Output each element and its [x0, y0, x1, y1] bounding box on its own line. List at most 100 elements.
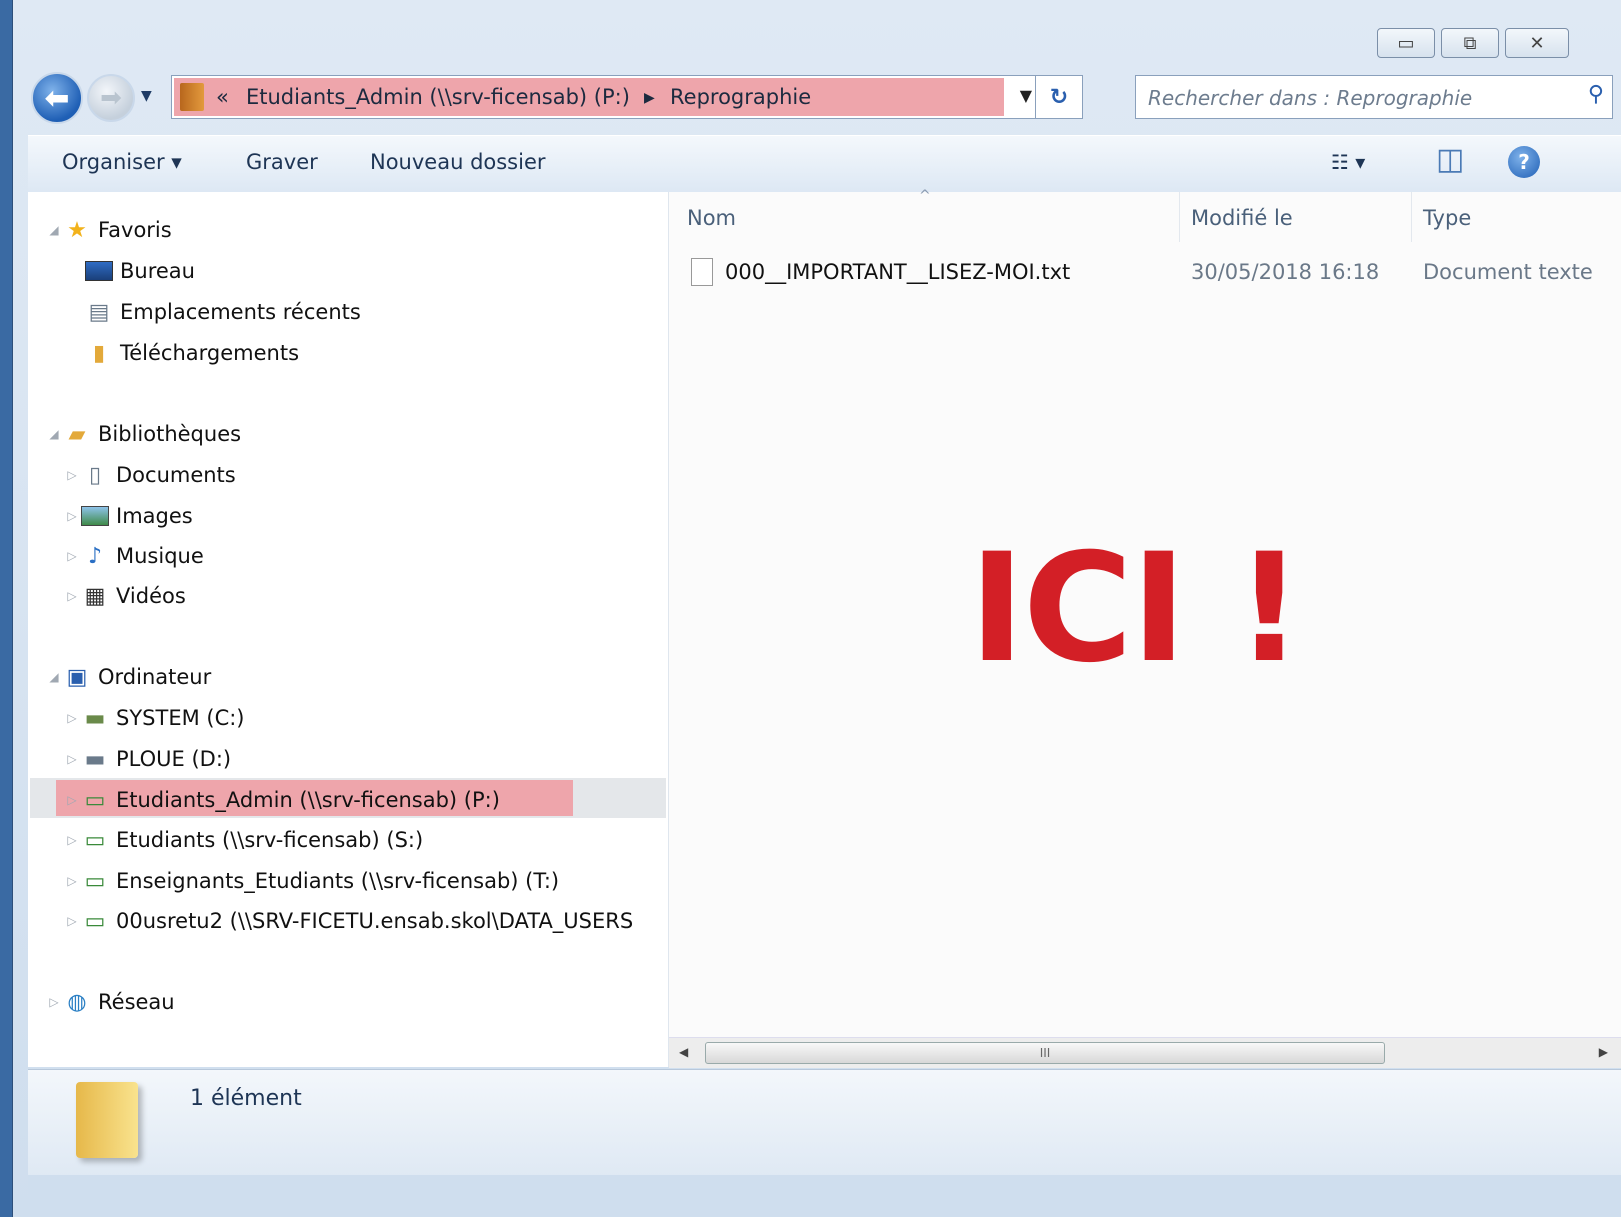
file-name: 000__IMPORTANT__LISEZ-MOI.txt: [725, 260, 1071, 284]
column-header-type[interactable]: Type: [1423, 206, 1471, 230]
close-button[interactable]: ✕: [1505, 28, 1569, 58]
collapsed-arrow-icon[interactable]: ▷: [46, 995, 62, 1009]
computer-icon: ▣: [66, 664, 88, 690]
breadcrumb-separator-icon[interactable]: ▶: [644, 90, 655, 106]
file-list-pane: Nom ^ Modifié le Type 000__IMPORTANT__LI…: [669, 188, 1621, 1068]
explorer-window: ▭ ⧉ ✕ ⬅ ➡ ▼ « Etudiants_Admin (\\srv-fic…: [12, 0, 1621, 1217]
file-row[interactable]: 000__IMPORTANT__LISEZ-MOI.txt 30/05/2018…: [689, 254, 1621, 292]
system-drive-icon: ▬: [84, 705, 106, 731]
collapsed-arrow-icon[interactable]: ▷: [64, 509, 80, 523]
collapsed-arrow-icon[interactable]: ▷: [64, 752, 80, 766]
status-strip: [28, 1175, 1621, 1217]
refresh-button[interactable]: ↻: [1035, 76, 1082, 118]
tree-item-videos[interactable]: ▷ ▦ Vidéos: [64, 578, 186, 614]
back-button[interactable]: ⬅: [31, 72, 83, 124]
maximize-button[interactable]: ⧉: [1441, 28, 1499, 58]
collapsed-arrow-icon[interactable]: ▷: [64, 793, 80, 807]
collapsed-arrow-icon[interactable]: ▷: [64, 874, 80, 888]
desktop-icon: [84, 257, 114, 285]
tree-bibliotheques[interactable]: ◢ ▰ Bibliothèques: [46, 416, 241, 452]
collapsed-arrow-icon[interactable]: ▷: [64, 549, 80, 563]
tree-item-documents[interactable]: ▷ ▯ Documents: [64, 457, 235, 493]
tree-item-bureau[interactable]: Bureau: [84, 253, 195, 289]
tree-item-drive-s[interactable]: ▷ ▭ Etudiants (\\srv-ficensab) (S:): [64, 822, 423, 858]
details-pane: 1 élément: [28, 1069, 1621, 1176]
tree-item-images[interactable]: ▷ Images: [64, 498, 193, 534]
network-drive-icon: ▭: [84, 787, 106, 813]
tree-reseau[interactable]: ▷ ◍ Réseau: [46, 984, 174, 1020]
collapsed-arrow-icon[interactable]: ▷: [64, 914, 80, 928]
tree-item-drive-d[interactable]: ▷ ▬ PLOUE (D:): [64, 741, 231, 777]
tree-item-musique[interactable]: ▷ ♪ Musique: [64, 538, 203, 574]
scroll-right-icon[interactable]: ▶: [1599, 1045, 1608, 1059]
collapsed-arrow-icon[interactable]: ▷: [64, 833, 80, 847]
tree-label: Images: [116, 504, 193, 528]
images-icon: [80, 502, 110, 530]
tree-item-downloads[interactable]: ▮ Téléchargements: [84, 335, 299, 371]
tree-label: Bureau: [120, 259, 195, 283]
help-icon[interactable]: ?: [1508, 146, 1540, 178]
scroll-left-icon[interactable]: ◀: [679, 1045, 688, 1059]
tree-item-drive-usr[interactable]: ▷ ▭ 00usretu2 (\\SRV-FICETU.ensab.skol\D…: [64, 903, 664, 939]
search-icon[interactable]: ⚲: [1588, 82, 1604, 107]
graver-button[interactable]: Graver: [246, 150, 318, 174]
tree-item-drive-p[interactable]: ▷ ▭ Etudiants_Admin (\\srv-ficensab) (P:…: [64, 782, 500, 818]
tree-label: Téléchargements: [120, 341, 300, 365]
folder-icon: [180, 83, 204, 111]
back-arrow-icon: ⬅: [44, 80, 70, 116]
new-folder-button[interactable]: Nouveau dossier: [370, 150, 546, 174]
libraries-icon: ▰: [68, 421, 86, 447]
expand-arrow-icon[interactable]: ◢: [46, 223, 62, 237]
collapsed-arrow-icon[interactable]: ▷: [64, 589, 80, 603]
scrollbar-thumb[interactable]: III: [705, 1042, 1385, 1064]
column-separator[interactable]: [1179, 192, 1180, 242]
text-file-icon: [691, 258, 713, 286]
tree-label: PLOUE (D:): [116, 747, 232, 771]
star-icon: ★: [67, 217, 87, 243]
preview-pane-icon[interactable]: ◫: [1436, 142, 1464, 177]
music-note-icon: ♪: [87, 543, 103, 569]
navigation-pane: ◢ ★ Favoris Bureau ▤ Emplacements récent…: [28, 192, 669, 1067]
tree-item-drive-t[interactable]: ▷ ▭ Enseignants_Etudiants (\\srv-ficensa…: [64, 863, 559, 899]
organiser-button[interactable]: Organiser ▾: [62, 150, 182, 174]
horizontal-scrollbar[interactable]: ◀ III ▶: [669, 1037, 1621, 1068]
breadcrumb-overflow[interactable]: «: [216, 85, 229, 109]
file-type: Document texte: [1423, 260, 1593, 284]
recent-places-icon: ▤: [88, 299, 110, 325]
column-separator[interactable]: [1411, 192, 1412, 242]
recent-pages-dropdown[interactable]: ▼: [141, 88, 152, 104]
tree-favoris[interactable]: ◢ ★ Favoris: [46, 212, 172, 248]
network-drive-icon: ▭: [84, 908, 106, 934]
ici-annotation: ICI !: [969, 522, 1303, 696]
folder-icon: [76, 1082, 138, 1158]
film-icon: ▦: [84, 583, 106, 609]
network-drive-icon: ▭: [84, 868, 106, 894]
minimize-button[interactable]: ▭: [1377, 28, 1435, 58]
item-count: 1 élément: [190, 1086, 302, 1111]
forward-button[interactable]: ➡: [87, 74, 135, 122]
breadcrumb-segment-drive[interactable]: Etudiants_Admin (\\srv-ficensab) (P:): [246, 85, 630, 109]
tree-item-drive-c[interactable]: ▷ ▬ SYSTEM (C:): [64, 700, 244, 736]
expand-arrow-icon[interactable]: ◢: [46, 427, 62, 441]
address-bar[interactable]: « Etudiants_Admin (\\srv-ficensab) (P:) …: [171, 75, 1083, 119]
column-header-modified[interactable]: Modifié le: [1191, 206, 1293, 230]
tree-item-recent[interactable]: ▤ Emplacements récents: [84, 294, 361, 330]
tree-label: Vidéos: [116, 584, 186, 608]
network-drive-icon: ▭: [84, 827, 106, 853]
search-box[interactable]: ⚲: [1135, 75, 1613, 119]
network-globe-icon: ◍: [67, 989, 87, 1015]
address-dropdown-icon[interactable]: ▼: [1020, 86, 1032, 105]
tree-label: Emplacements récents: [120, 300, 361, 324]
tree-label: Favoris: [98, 218, 172, 242]
search-input[interactable]: [1146, 82, 1560, 114]
tree-ordinateur[interactable]: ◢ ▣ Ordinateur: [46, 659, 211, 695]
collapsed-arrow-icon[interactable]: ▷: [64, 711, 80, 725]
drive-icon: ▬: [84, 746, 106, 772]
sort-arrow-icon: ^: [919, 188, 931, 204]
change-view-icon[interactable]: ☷ ▾: [1331, 150, 1365, 174]
collapsed-arrow-icon[interactable]: ▷: [64, 468, 80, 482]
column-header-name[interactable]: Nom: [687, 206, 736, 230]
expand-arrow-icon[interactable]: ◢: [46, 670, 62, 684]
breadcrumb-segment-folder[interactable]: Reprographie: [670, 85, 811, 109]
downloads-folder-icon: ▮: [92, 340, 106, 366]
